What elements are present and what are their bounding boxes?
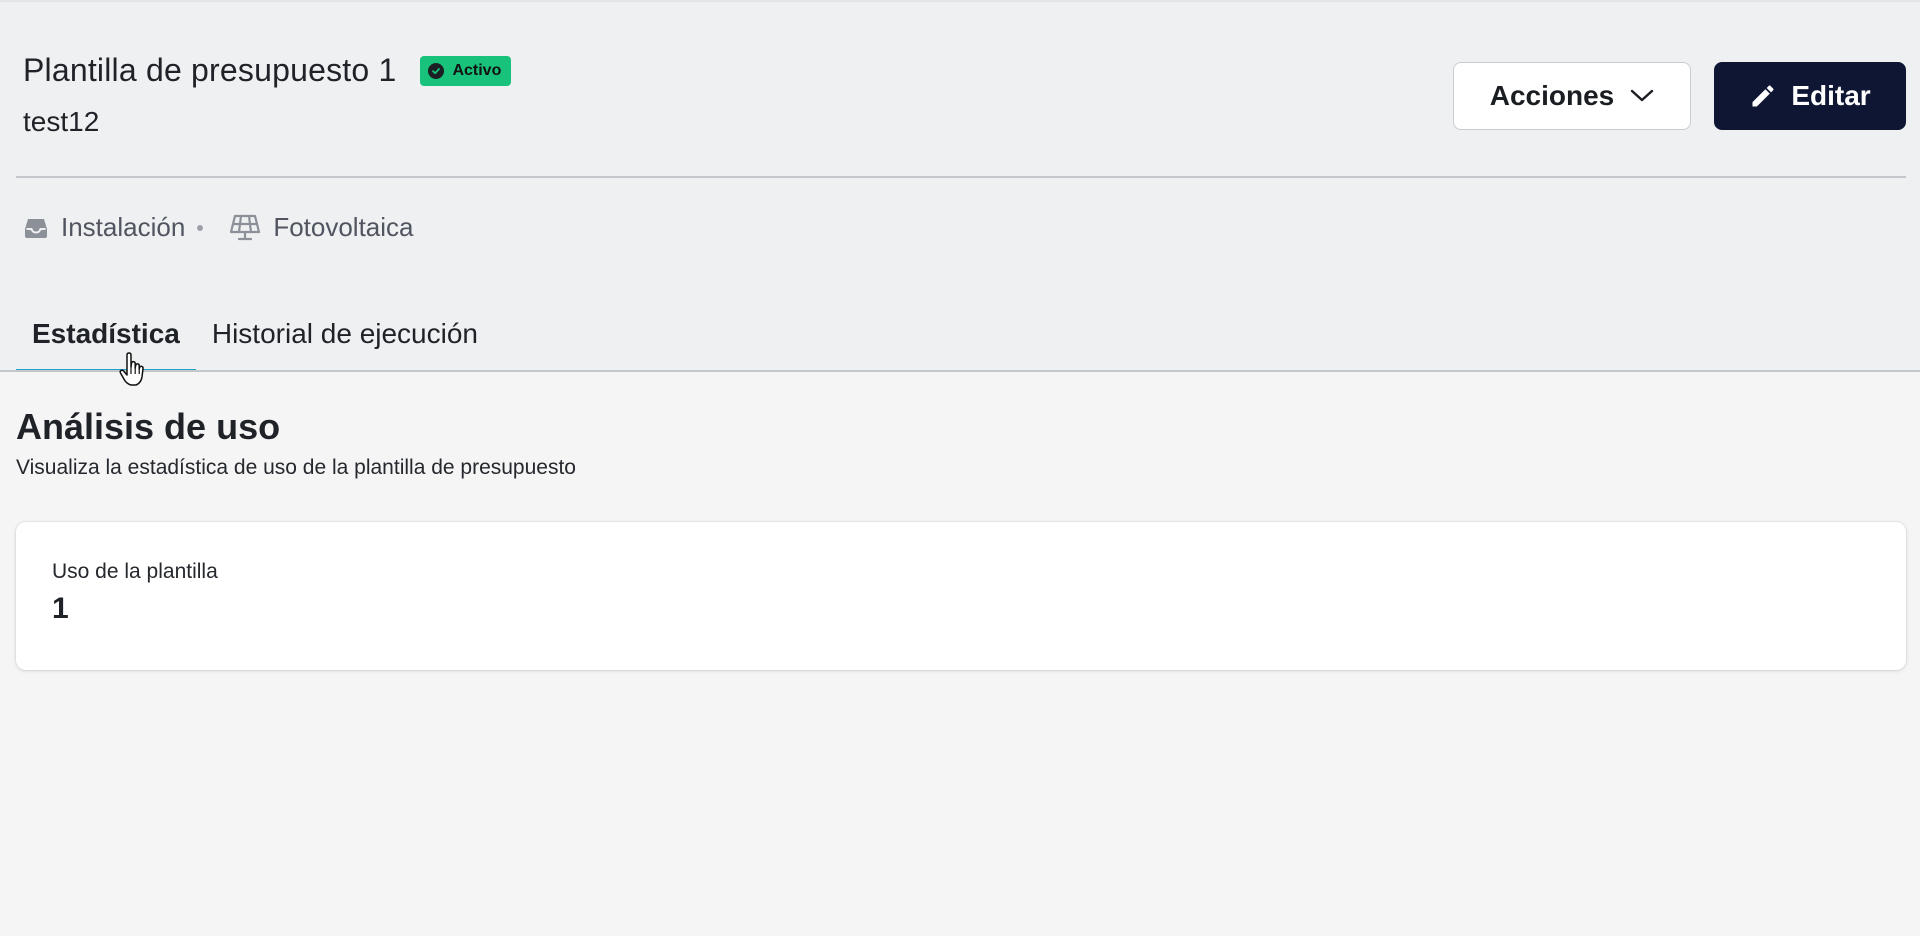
hand-pointer-cursor-icon [118, 352, 146, 393]
usage-card: Uso de la plantilla 1 [16, 522, 1906, 670]
meta-row: Instalación Fotovoltaica [23, 212, 414, 243]
tab-historial-ejecucion[interactable]: Historial de ejecución [196, 302, 494, 372]
page-subtitle: test12 [23, 106, 100, 137]
status-badge: Activo [420, 55, 512, 86]
page-title: Plantilla de presupuesto 1 [23, 52, 397, 88]
solar-panel-icon [229, 214, 261, 242]
meta-category: Instalación [61, 212, 186, 242]
usage-card-value: 1 [52, 592, 69, 625]
status-label: Activo [452, 61, 502, 79]
actions-button-label: Acciones [1489, 80, 1615, 111]
tab-bar: Estadística Historial de ejecución [16, 302, 494, 372]
edit-button-label: Editar [1791, 80, 1871, 111]
check-circle-icon [428, 62, 445, 79]
meta-separator [197, 224, 204, 231]
pencil-icon [1752, 85, 1774, 107]
chevron-down-icon [1631, 89, 1654, 102]
tab-estadistica[interactable]: Estadística [16, 302, 196, 372]
meta-type: Fotovoltaica [273, 212, 414, 242]
section-title: Análisis de uso [16, 406, 281, 447]
tabs-divider [0, 370, 1920, 372]
title-row: Plantilla de presupuesto 1 Activo [23, 52, 512, 89]
inbox-icon [23, 216, 49, 240]
actions-dropdown-button[interactable]: Acciones [1453, 62, 1691, 130]
edit-button[interactable]: Editar [1714, 62, 1906, 130]
header-divider [16, 176, 1906, 178]
usage-card-label: Uso de la plantilla [52, 560, 218, 583]
section-description: Visualiza la estadística de uso de la pl… [16, 456, 576, 479]
detail-header-section: Plantilla de presupuesto 1 Activo test12… [0, 0, 1920, 372]
